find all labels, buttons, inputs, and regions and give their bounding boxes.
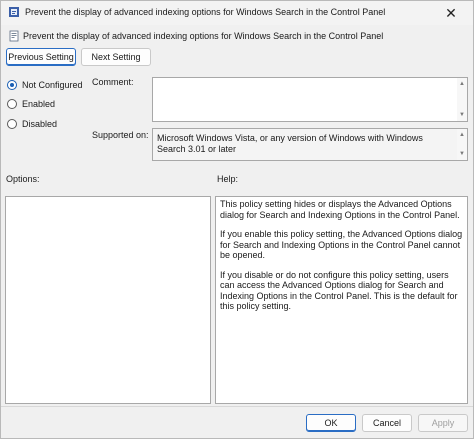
radio-dot[interactable] [7, 119, 17, 129]
supported-on-field: Microsoft Windows Vista, or any version … [152, 128, 468, 161]
apply-button[interactable]: Apply [418, 414, 468, 432]
previous-setting-button[interactable]: Previous Setting [6, 48, 76, 66]
help-label: Help: [217, 174, 239, 184]
cancel-button[interactable]: Cancel [362, 414, 412, 432]
radio-not-configured[interactable]: Not Configured [7, 80, 83, 90]
window-title: Prevent the display of advanced indexing… [25, 7, 386, 17]
policy-name: Prevent the display of advanced indexing… [23, 31, 384, 41]
policy-document-icon [9, 30, 19, 42]
scroll-down-icon[interactable]: ▼ [457, 149, 467, 159]
radio-label: Enabled [22, 99, 56, 109]
footer-divider [1, 406, 473, 407]
scroll-down-icon[interactable]: ▼ [457, 110, 467, 120]
help-paragraph: If you disable or do not configure this … [220, 269, 458, 312]
scroll-up-icon[interactable]: ▲ [457, 79, 467, 89]
options-panel[interactable] [5, 196, 211, 404]
supported-scrollbar[interactable]: ▲ ▼ [457, 129, 467, 160]
supported-on-label: Supported on: [92, 130, 149, 140]
comment-label: Comment: [92, 77, 134, 87]
radio-label: Not Configured [22, 80, 83, 90]
help-paragraph: If you enable this policy setting, the A… [220, 229, 463, 260]
policy-setting-icon [9, 7, 19, 17]
options-label: Options: [6, 174, 40, 184]
ok-button[interactable]: OK [306, 414, 356, 432]
radio-disabled[interactable]: Disabled [7, 119, 57, 129]
policy-dialog: Prevent the display of advanced indexing… [0, 0, 474, 439]
radio-dot[interactable] [7, 99, 17, 109]
scroll-up-icon[interactable]: ▲ [457, 130, 467, 140]
radio-label: Disabled [22, 119, 58, 129]
comment-field[interactable]: ▲ ▼ [152, 77, 468, 122]
help-panel[interactable]: This policy setting hides or displays th… [215, 196, 468, 404]
radio-dot-selected[interactable] [7, 80, 17, 90]
title-bar[interactable]: Prevent the display of advanced indexing… [1, 1, 473, 25]
policy-header: Prevent the display of advanced indexing… [1, 28, 473, 44]
supported-on-value: Microsoft Windows Vista, or any version … [157, 133, 423, 154]
comment-scrollbar[interactable]: ▲ ▼ [457, 78, 467, 121]
close-icon: ✕ [445, 4, 457, 21]
radio-enabled[interactable]: Enabled [7, 99, 55, 109]
help-paragraph: This policy setting hides or displays th… [220, 199, 460, 220]
close-button[interactable]: ✕ [437, 3, 465, 23]
next-setting-button[interactable]: Next Setting [81, 48, 151, 66]
